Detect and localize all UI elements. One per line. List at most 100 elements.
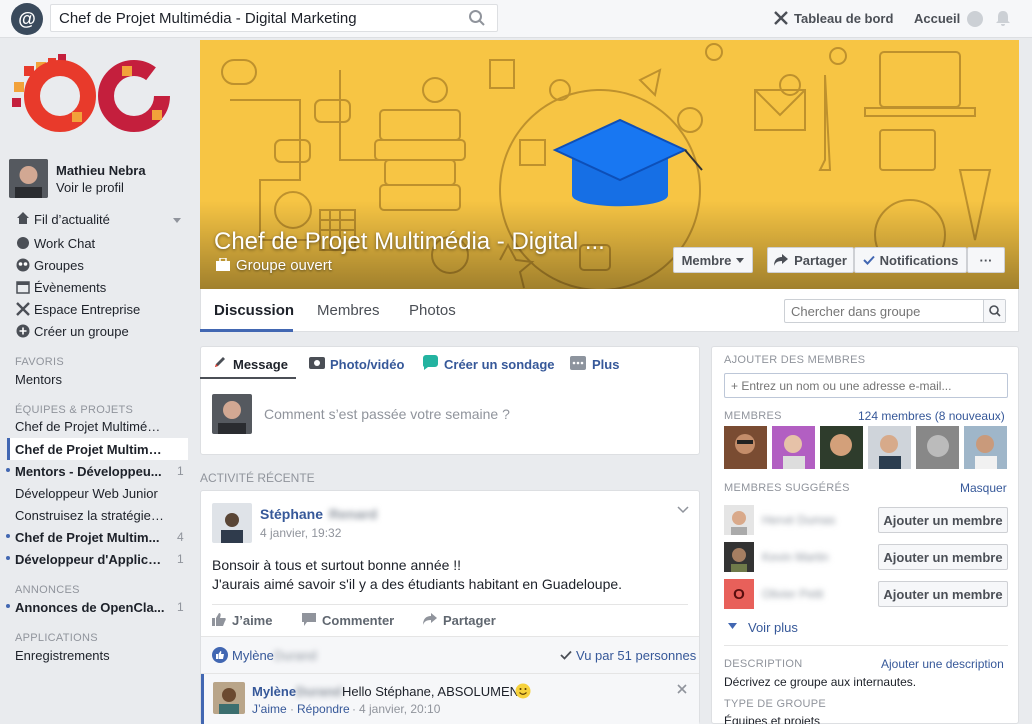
liker-lastname: Durand [274,648,317,663]
group-search-button[interactable] [983,300,1005,322]
nav-groups[interactable]: Groupes [34,258,84,273]
search-icon[interactable] [468,9,486,27]
add-description-link[interactable]: Ajouter une description [881,657,1004,671]
team-item[interactable]: Construisez la stratégie g... [15,508,165,523]
share-button[interactable]: Partager [767,247,854,273]
nav-events[interactable]: Évènements [34,280,106,295]
workplace-logo-icon[interactable]: @ [11,3,43,35]
like-button[interactable]: J’aime [232,613,272,628]
team-item[interactable]: Chef de Projet Multim... [15,530,165,545]
tab-photos[interactable]: Photos [409,302,456,319]
see-more-link[interactable]: Voir plus [748,620,798,635]
team-item-active[interactable]: Chef de Projet Multiméd... [15,442,165,457]
recent-activity-header: ACTIVITÉ RÉCENTE [200,471,315,485]
notifications-button[interactable]: Notifications [854,247,967,273]
team-item[interactable]: Développeur Web Junior [15,486,165,501]
app-item-saved[interactable]: Enregistrements [15,648,110,663]
tab-members[interactable]: Membres [317,302,380,319]
add-member-button[interactable]: Ajouter un membre [878,507,1008,533]
member-dropdown-button[interactable]: Membre [673,247,753,273]
team-item[interactable]: Mentors - Développeu... [15,464,165,479]
bell-icon[interactable] [994,9,1012,27]
more-options-button[interactable]: ··· [967,247,1005,273]
pencil-icon [215,357,225,367]
suggested-name[interactable]: Kevin Martin [762,550,829,564]
search-input[interactable] [50,4,498,32]
member-avatar[interactable] [724,426,767,469]
post-body: Bonsoir à tous et surtout bonne année !!… [212,556,622,594]
comment-author-avatar[interactable] [213,682,245,714]
members-count-link[interactable]: 124 membres (8 nouveaux) [858,409,1005,423]
comment-author-name[interactable]: Mylène [252,684,296,699]
composer-more-tab[interactable]: Plus [592,357,619,372]
team-item[interactable]: Chef de Projet Multiméd... [15,419,165,434]
member-avatar[interactable] [916,426,959,469]
post-author-avatar[interactable] [212,503,252,543]
suggested-name[interactable]: Hervé Dumas [762,513,835,527]
post-options-chevron-icon[interactable] [677,506,689,514]
hide-suggestions-link[interactable]: Masquer [960,481,1007,495]
chat-icon[interactable] [966,10,984,28]
member-avatar[interactable] [868,426,911,469]
unread-dot [6,556,10,560]
nav-company-space[interactable]: Espace Entreprise [34,302,140,317]
group-search-input[interactable] [784,299,1006,323]
nav-work-chat[interactable]: Work Chat [34,236,95,251]
comment-dot: · [290,702,294,716]
tab-discussion[interactable]: Discussion [214,302,294,319]
user-avatar[interactable] [9,159,48,198]
add-members-header: AJOUTER DES MEMBRES [724,354,866,366]
composer-poll-tab[interactable]: Créer un sondage [444,357,555,372]
composer-input[interactable]: Comment s’est passée votre semaine ? [264,406,510,422]
share-button-label: Partager [794,252,847,268]
favorite-item[interactable]: Mentors [15,372,62,387]
post-date[interactable]: 4 janvier, 19:32 [260,526,341,540]
group-type-header: TYPE DE GROUPE [724,698,826,710]
suggested-name[interactable]: Olivier Petit [762,587,823,601]
suggested-avatar[interactable]: O [724,579,754,609]
team-count: 1 [177,464,184,478]
comment-date[interactable]: 4 janvier, 20:10 [359,702,440,716]
add-member-button[interactable]: Ajouter un membre [878,544,1008,570]
caret-down-icon [736,257,745,263]
composer-photo-tab[interactable]: Photo/vidéo [330,357,404,372]
composer-message-tab[interactable]: Message [233,357,288,372]
comment-reply-link[interactable]: Répondre [297,702,350,716]
like-reaction-icon [212,647,228,663]
comment-like-link[interactable]: J’aime [252,702,287,716]
nav-create-group[interactable]: Créer un groupe [34,324,129,339]
seen-by-link[interactable]: Vu par 51 personnes [576,648,696,663]
teams-header: ÉQUIPES & PROJETS [15,404,134,416]
group-cover: Chef de Projet Multimédia - Digital ... … [200,40,1019,289]
close-icon[interactable] [677,684,687,694]
caret-down-icon[interactable] [173,218,181,224]
chat-bubble-icon [17,237,29,249]
member-avatar[interactable] [772,426,815,469]
group-privacy: Groupe ouvert [236,257,332,274]
user-name[interactable]: Mathieu Nebra [56,163,146,178]
nav-news-feed[interactable]: Fil d’actualité [34,212,110,227]
home-link[interactable]: Accueil [914,11,960,26]
divider [724,645,1008,646]
tools-icon [16,302,30,316]
suggested-avatar[interactable] [724,542,754,572]
add-member-button[interactable]: Ajouter un membre [878,581,1008,607]
team-item[interactable]: Développeur d'Applica... [15,552,165,567]
member-avatar[interactable] [964,426,1007,469]
suggested-avatar[interactable] [724,505,754,535]
tools-icon [774,11,788,25]
description-text: Décrivez ce groupe aux internautes. [724,675,917,689]
dashboard-link[interactable]: Tableau de bord [794,11,893,26]
liker-name[interactable]: Mylène [232,648,274,663]
comment-button[interactable]: Commenter [322,613,394,628]
share-post-button[interactable]: Partager [443,613,496,628]
seen-check-icon [560,650,572,660]
post-line: J'aurais aimé savoir s'il y a des étudia… [212,576,623,592]
add-member-input[interactable] [724,373,1008,398]
like-thumb-icon [212,613,226,626]
member-avatar[interactable] [820,426,863,469]
view-profile-link[interactable]: Voir le profil [56,180,124,195]
post-author-name[interactable]: Stéphane [260,506,323,522]
comment-icon [302,613,316,626]
announcement-item[interactable]: Annonces de OpenCla... [15,600,165,615]
